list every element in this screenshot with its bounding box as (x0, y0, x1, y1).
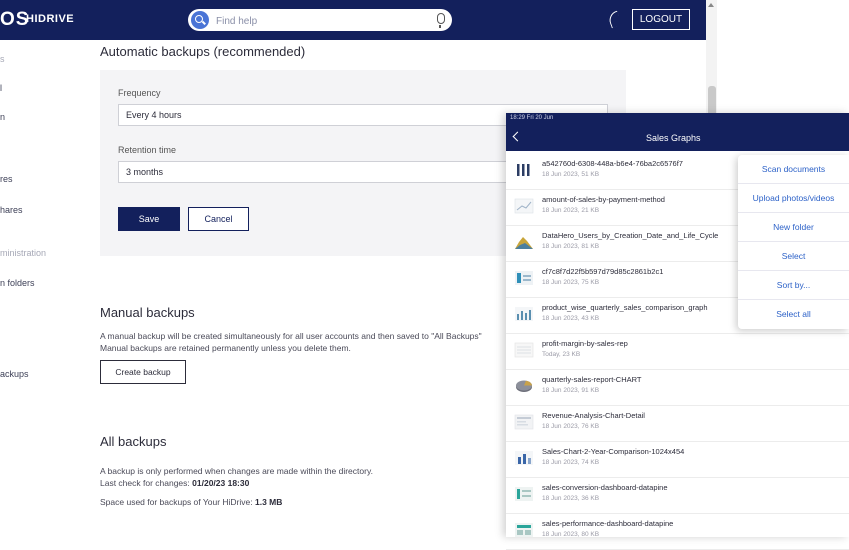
all-backups-text: A backup is only performed when changes … (100, 466, 373, 476)
file-name: amount-of-sales-by-payment-method (542, 195, 665, 204)
sidebar-item-fragment[interactable]: n folders (0, 278, 35, 288)
brand-name: HIDRIVE (26, 13, 75, 25)
menu-item-select[interactable]: Select (738, 242, 849, 271)
menu-item-upload-photos-videos[interactable]: Upload photos/videos (738, 184, 849, 213)
file-row[interactable]: profit-margin-by-sales-rep Today, 23 KB (506, 333, 849, 370)
bars-thumbnail-icon (517, 164, 530, 176)
file-row[interactable]: Revenue-Analysis-Chart-Detail 18 Jun 202… (506, 405, 849, 442)
file-name: DataHero_Users_by_Creation_Date_and_Life… (542, 231, 719, 240)
search-input[interactable] (214, 12, 418, 30)
save-button[interactable]: Save (118, 207, 180, 231)
file-meta: 18 Jun 2023, 76 KB (542, 423, 600, 430)
manual-backups-text: Manual backups are retained permanently … (100, 343, 351, 353)
file-name: Sales-Chart-2-Year-Comparison-1024x454 (542, 447, 685, 456)
file-name: sales-performance-dashboard-datapine (542, 519, 674, 528)
file-meta: 18 Jun 2023, 51 KB (542, 171, 600, 178)
retention-label: Retention time (118, 145, 177, 155)
phone-icon[interactable] (606, 10, 623, 29)
dashboard-thumbnail-icon (515, 523, 533, 537)
file-meta: 18 Jun 2023, 36 KB (542, 495, 600, 502)
last-check-value: 01/20/23 18:30 (192, 478, 250, 488)
manual-backups-heading: Manual backups (100, 305, 195, 320)
file-meta: 18 Jun 2023, 91 KB (542, 387, 600, 394)
file-row[interactable]: sales-conversion-dashboard-datapine 18 J… (506, 477, 849, 514)
top-bar: OS HIDRIVE LOGOUT (0, 0, 707, 40)
file-name: cf7c8f7d22f5b597d79d85c2861b2c1 (542, 267, 664, 276)
file-meta: 18 Jun 2023, 21 KB (542, 207, 600, 214)
menu-item-select-all[interactable]: Select all (738, 300, 849, 329)
menu-item-scan-documents[interactable]: Scan documents (738, 155, 849, 184)
manual-backups-text: A manual backup will be created simultan… (100, 331, 482, 341)
sidebar-item-fragment[interactable]: res (0, 174, 13, 184)
sidebar-section-label: ministration (0, 248, 47, 258)
scrollbar-thumb[interactable] (708, 86, 716, 116)
menu-item-sort-by[interactable]: Sort by... (738, 271, 849, 300)
cancel-button[interactable]: Cancel (188, 207, 249, 231)
create-backup-button[interactable]: Create backup (100, 360, 186, 384)
file-row[interactable]: Sales-Chart-2-Year-Comparison-1024x454 1… (506, 441, 849, 478)
sidebar-item-fragment[interactable]: s (0, 54, 5, 64)
sidebar-item-fragment[interactable]: hares (0, 205, 23, 215)
file-meta: 18 Jun 2023, 43 KB (542, 315, 600, 322)
chart-thumbnail-icon (514, 198, 534, 214)
status-time: 18:29 Fri 20 Jun (510, 115, 554, 121)
sidebar-item-fragment[interactable]: l (0, 83, 2, 93)
space-used-label: Space used for backups of Your HiDrive: (100, 497, 253, 507)
tablet-nav-bar: Sales Graphs (506, 125, 849, 151)
status-bar: 18:29 Fri 20 Jun (506, 113, 849, 125)
file-name: sales-conversion-dashboard-datapine (542, 483, 668, 492)
area-chart-thumbnail-icon (515, 237, 533, 249)
last-check-text: Last check for changes: 01/20/23 18:30 (100, 478, 249, 488)
file-name: Revenue-Analysis-Chart-Detail (542, 411, 645, 420)
file-name: quarterly-sales-report-CHART (542, 375, 642, 384)
pie-thumbnail-icon (516, 380, 532, 392)
file-meta: 18 Jun 2023, 81 KB (542, 243, 600, 250)
space-used-text: Space used for backups of Your HiDrive: … (100, 497, 282, 507)
file-name: profit-margin-by-sales-rep (542, 339, 628, 348)
report-thumbnail-icon (514, 414, 534, 430)
logout-button[interactable]: LOGOUT (632, 9, 690, 30)
scroll-up-icon[interactable] (708, 3, 714, 7)
back-chevron-icon[interactable] (512, 131, 523, 142)
search-bar[interactable] (188, 9, 452, 31)
table-thumbnail-icon (514, 342, 534, 358)
file-name: product_wise_quarterly_sales_comparison_… (542, 303, 708, 312)
last-check-label: Last check for changes: (100, 478, 190, 488)
menu-item-new-folder[interactable]: New folder (738, 213, 849, 242)
microphone-icon[interactable] (437, 13, 445, 28)
column-chart-thumbnail-icon (515, 451, 533, 465)
file-meta: 18 Jun 2023, 74 KB (542, 459, 600, 466)
search-icon[interactable] (191, 11, 209, 29)
frequency-label: Frequency (118, 88, 161, 98)
folder-title: Sales Graphs (646, 133, 701, 143)
file-meta: Today, 23 KB (542, 351, 581, 358)
sidebar-item-fragment[interactable]: n (0, 112, 5, 122)
all-backups-heading: All backups (100, 434, 167, 449)
dashboard-thumbnail-icon (515, 271, 533, 285)
file-meta: 18 Jun 2023, 75 KB (542, 279, 600, 286)
automatic-backups-heading: Automatic backups (recommended) (100, 44, 306, 59)
file-row[interactable]: sales-performance-dashboard-datapine 18 … (506, 513, 849, 550)
context-menu: Scan documents Upload photos/videos New … (738, 155, 849, 329)
bar-chart-thumbnail-icon (515, 307, 533, 321)
dashboard-thumbnail-icon (515, 487, 533, 501)
file-row[interactable]: quarterly-sales-report-CHART 18 Jun 2023… (506, 369, 849, 406)
sidebar-item-backups[interactable]: ackups (0, 369, 29, 379)
space-used-value: 1.3 MB (255, 497, 283, 507)
file-name: a542760d-6308-448a-b6e4-76ba2c6576f7 (542, 159, 683, 168)
